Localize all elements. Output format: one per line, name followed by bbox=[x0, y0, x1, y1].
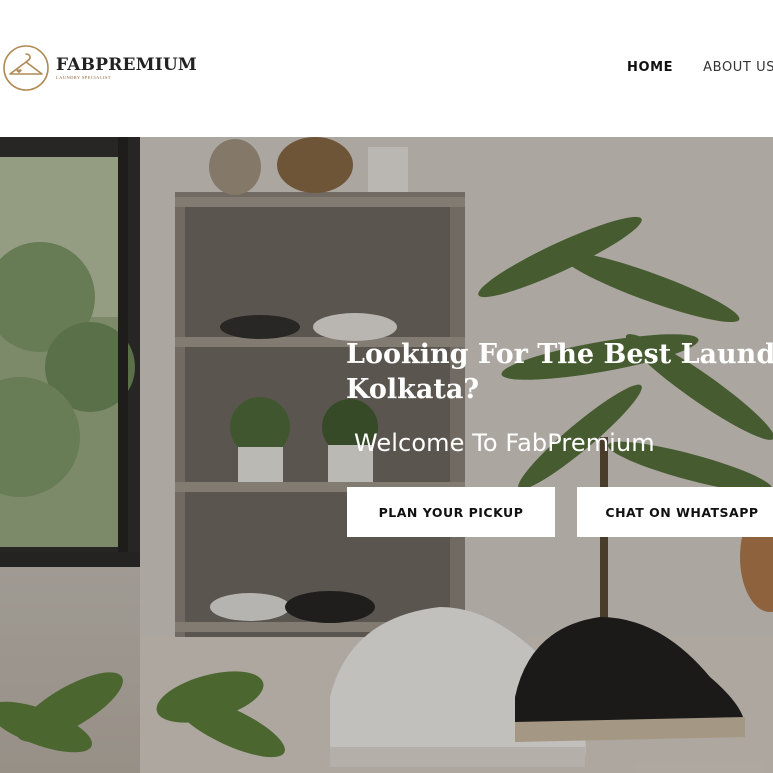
hero-subtitle: Welcome To FabPremium bbox=[354, 429, 655, 457]
main-nav: HOME ABOUT US bbox=[627, 60, 773, 75]
plan-pickup-button[interactable]: PLAN YOUR PICKUP bbox=[347, 487, 555, 537]
hanger-heart-icon bbox=[3, 45, 49, 91]
brand-name: FABPREMIUM bbox=[56, 55, 197, 75]
hero-title-line-2: Kolkata? bbox=[346, 374, 480, 405]
nav-item-about-us[interactable]: ABOUT US bbox=[703, 60, 773, 75]
brand-tagline: LAUNDRY SPECIALIST bbox=[56, 75, 111, 80]
brand-text: FABPREMIUM LAUNDRY SPECIALIST bbox=[56, 56, 197, 80]
site-header: FABPREMIUM LAUNDRY SPECIALIST HOME ABOUT… bbox=[0, 0, 773, 137]
brand-logo[interactable]: FABPREMIUM LAUNDRY SPECIALIST bbox=[2, 42, 197, 94]
hero-title: Looking For The Best Laundry In Kolkata? bbox=[346, 337, 773, 407]
hero-section: Looking For The Best Laundry In Kolkata?… bbox=[0, 137, 773, 773]
nav-item-home[interactable]: HOME bbox=[627, 60, 673, 75]
hero-title-line-1: Looking For The Best Laundry In bbox=[346, 339, 773, 370]
chat-whatsapp-button[interactable]: CHAT ON WHATSAPP bbox=[577, 487, 773, 537]
